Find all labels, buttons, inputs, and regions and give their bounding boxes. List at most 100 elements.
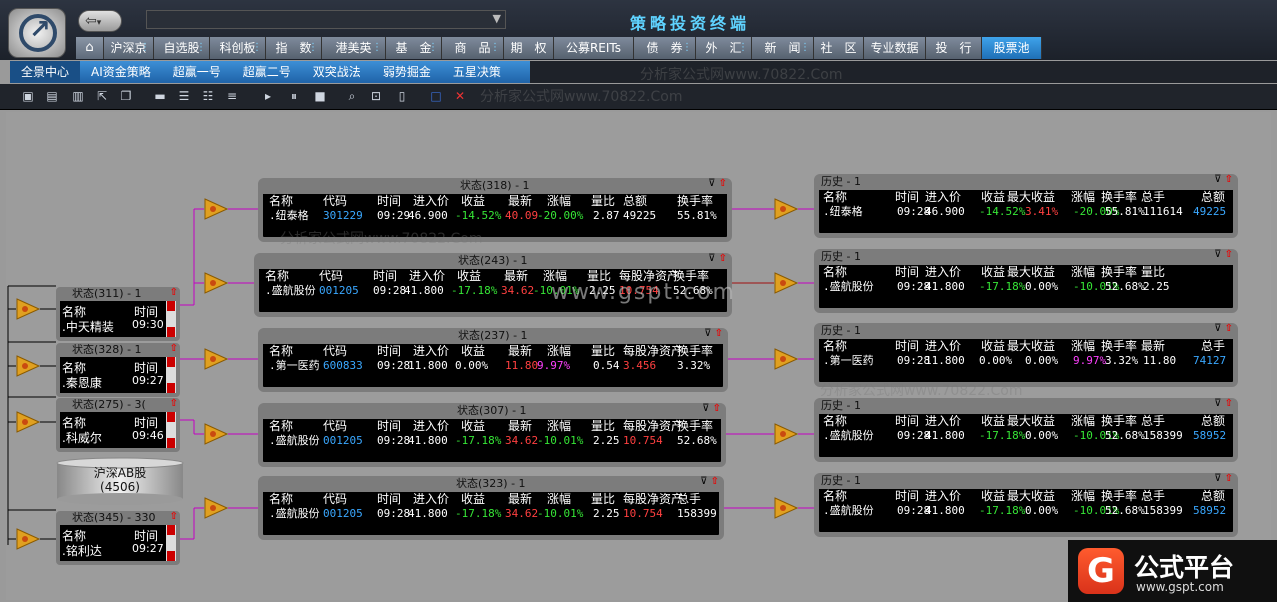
column-header[interactable]: 换手率	[1101, 266, 1137, 279]
scrollbar[interactable]	[166, 525, 176, 561]
column-header[interactable]: 最大收益	[1007, 415, 1055, 428]
scroll-up-icon[interactable]	[167, 301, 175, 311]
nav-item-10[interactable]: 外 汇 ⋮	[696, 37, 752, 59]
mid-panel-2[interactable]: 状态(237) - 1 ⊽ ⇧ 名称 代码 时间 进入价 收益 最新 涨幅 量比 每股净资产 换手率.…	[258, 328, 728, 392]
column-header[interactable]: 进入价	[925, 191, 961, 204]
column-header[interactable]: 总手	[1141, 415, 1165, 428]
column-header[interactable]: 名称	[823, 266, 847, 279]
column-header[interactable]: 涨幅	[547, 345, 571, 358]
subnav-item-0[interactable]: 全景中心	[10, 61, 81, 83]
column-header[interactable]: 换手率	[1101, 340, 1137, 353]
strategy-node-icon[interactable]	[774, 423, 799, 445]
fit-icon[interactable]: ⊡	[368, 89, 384, 104]
hist-panel-1[interactable]: 历史 - 1 ⊽ ⇧ 名称 时间 进入价 收益 最大收益 涨幅 换手率 量比 .盛航股份 09:28 4…	[814, 249, 1238, 313]
column-header[interactable]: 最新	[508, 493, 532, 506]
panel-title-bar[interactable]: 历史 - 1 ⊽ ⇧	[819, 249, 1233, 265]
bar-align-top-icon[interactable]: ☰	[176, 89, 192, 104]
filter-icon[interactable]: ⊽	[1214, 473, 1225, 484]
filter-icon[interactable]: ⊽	[1214, 174, 1225, 185]
nav-item-3[interactable]: 指 数 ⋮	[266, 37, 322, 59]
panel-title[interactable]: 状态(311) - 1	[60, 288, 176, 301]
bar-align-bottom-icon[interactable]: ☷	[200, 89, 216, 104]
panel-title[interactable]: 状态(345) - 330	[60, 512, 176, 525]
filter-icon[interactable]: ⊽	[1214, 249, 1225, 260]
column-header[interactable]: 收益	[461, 493, 485, 506]
mid-panel-3[interactable]: 状态(307) - 1 ⊽ ⇧ 名称 代码 时间 进入价 收益 最新 涨幅 量比 每股净资产 换手率.…	[258, 403, 726, 467]
scroll-down-icon[interactable]	[167, 327, 175, 337]
column-header[interactable]: 进入价	[925, 266, 961, 279]
hist-panel-2[interactable]: 历史 - 1 ⊽ ⇧ 名称 时间 进入价 收益 最大收益 涨幅 换手率 最新 总手 .第一医药 09:2…	[814, 323, 1238, 387]
column-header[interactable]: 收益	[457, 270, 481, 283]
filter-icon[interactable]: ⊽	[702, 403, 713, 414]
column-header[interactable]: 总手	[1141, 490, 1165, 503]
column-header[interactable]: 涨幅	[547, 420, 571, 433]
column-header[interactable]: 时间	[377, 195, 401, 208]
panel-title-bar[interactable]: 状态(323) - 1 ⊽ ⇧	[263, 476, 719, 492]
arrow-up-icon[interactable]: ⇧	[711, 476, 719, 487]
column-header[interactable]: 最新	[504, 270, 528, 283]
more-icon[interactable]: ⋮	[308, 37, 318, 59]
column-header[interactable]: 涨幅	[547, 493, 571, 506]
strategy-node-icon[interactable]	[774, 497, 799, 519]
save-icon[interactable]: ▥	[70, 89, 86, 104]
column-header[interactable]: 涨幅	[1071, 191, 1095, 204]
column-header[interactable]: 涨幅	[1071, 266, 1095, 279]
panel-title-bar[interactable]: 历史 - 1 ⊽ ⇧	[819, 398, 1233, 414]
column-header[interactable]: 收益	[981, 415, 1005, 428]
step-icon[interactable]: ▸	[260, 89, 276, 104]
address-combo[interactable]: ▼	[146, 10, 506, 29]
column-header[interactable]: 进入价	[925, 340, 961, 353]
column-header[interactable]: 时间	[895, 191, 919, 204]
subnav-item-1[interactable]: AI资金策略	[80, 61, 162, 83]
column-header[interactable]: 收益	[981, 266, 1005, 279]
column-header[interactable]: 涨幅	[1071, 415, 1095, 428]
arrow-up-icon[interactable]: ⇧	[1225, 323, 1233, 334]
column-header[interactable]: 最大收益	[1007, 490, 1055, 503]
filter-icon[interactable]: ⊽	[700, 476, 711, 487]
status-panel-3[interactable]: 状态(345) - 330 名称 时间 .铭利达 09:27 ⇧	[56, 511, 180, 565]
column-header[interactable]: 涨幅	[1071, 340, 1095, 353]
pause-icon[interactable]: ⏸	[286, 89, 302, 104]
column-header[interactable]: 总额	[623, 195, 647, 208]
more-icon[interactable]: ⋮	[682, 37, 692, 59]
arrow-up-icon[interactable]: ⇧	[170, 398, 178, 409]
column-header[interactable]: 涨幅	[547, 195, 571, 208]
strategy-node-icon[interactable]	[204, 198, 229, 220]
more-icon[interactable]: ⋮	[140, 37, 150, 59]
delete-doc-icon[interactable]: ▯	[394, 89, 410, 104]
strategy-node-icon[interactable]	[204, 423, 229, 445]
more-icon[interactable]: ⋮	[490, 37, 500, 59]
column-header[interactable]: 换手率	[1101, 415, 1137, 428]
database-node[interactable]: 沪深AB股 (4506)	[56, 457, 184, 505]
column-header[interactable]: 涨幅	[1071, 490, 1095, 503]
bar-color-icon[interactable]: ≡	[224, 89, 240, 104]
column-header[interactable]: 最大收益	[1007, 191, 1055, 204]
arrow-up-icon[interactable]: ⇧	[170, 511, 178, 522]
column-header[interactable]: 时间	[895, 415, 919, 428]
column-header[interactable]: 代码	[323, 345, 347, 358]
panel-title[interactable]: 状态(328) - 1	[60, 344, 176, 357]
arrow-up-icon[interactable]: ⇧	[170, 343, 178, 354]
arrow-up-icon[interactable]: ⇧	[719, 178, 727, 189]
panel-title-bar[interactable]: 状态(237) - 1 ⊽ ⇧	[263, 328, 723, 344]
status-panel-2[interactable]: 状态(275) - 3(名称 时间 .科威尔 09:46 ⇧	[56, 398, 180, 452]
filter-icon[interactable]: ⊽	[1214, 323, 1225, 334]
nav-item-14[interactable]: 投 行	[926, 37, 982, 59]
column-header[interactable]: 名称	[823, 191, 847, 204]
close-icon[interactable]: ✕	[452, 89, 468, 104]
home-icon[interactable]: ⌂	[76, 37, 104, 59]
scrollbar[interactable]	[166, 357, 176, 393]
column-header[interactable]: 总额	[1201, 191, 1225, 204]
filter-icon[interactable]: ⊽	[704, 328, 715, 339]
subnav-item-3[interactable]: 超赢二号	[232, 61, 302, 83]
nav-item-1[interactable]: 自选股 ⋮	[154, 37, 210, 59]
nav-item-7[interactable]: 期 权	[504, 37, 554, 59]
arrow-up-icon[interactable]: ⇧	[1225, 398, 1233, 409]
column-header[interactable]: 量比	[591, 345, 615, 358]
column-header[interactable]: 总手	[677, 493, 701, 506]
column-header[interactable]: 时间	[895, 340, 919, 353]
more-icon[interactable]: ⋮	[428, 37, 438, 59]
column-header[interactable]: 收益	[461, 420, 485, 433]
hist-panel-4[interactable]: 历史 - 1 ⊽ ⇧ 名称 时间 进入价 收益 最大收益 涨幅 换手率 总手 总额 .盛航股份 09:2…	[814, 473, 1238, 537]
column-header[interactable]: 最新	[508, 420, 532, 433]
